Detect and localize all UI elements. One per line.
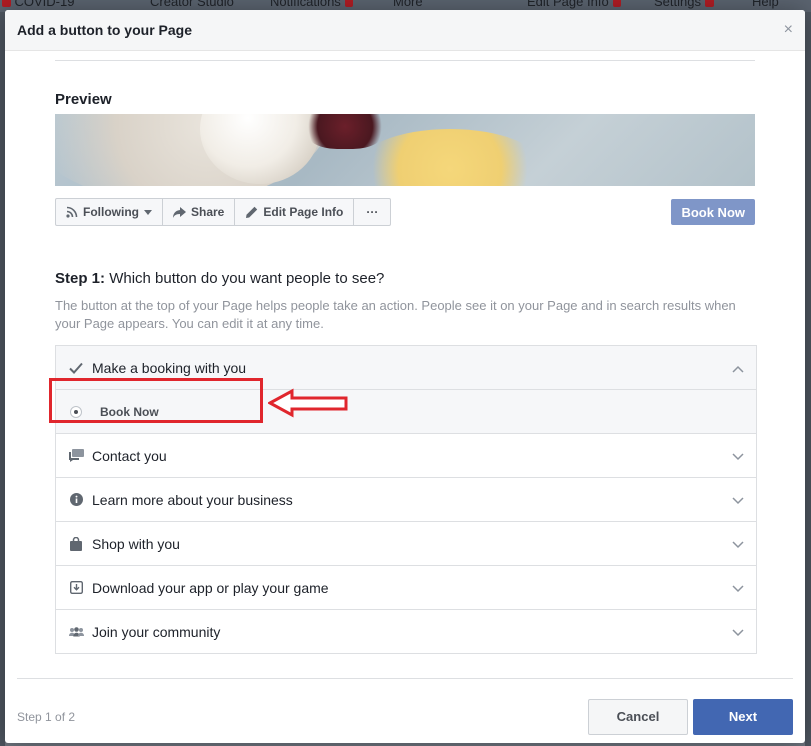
option-contact-you[interactable]: Contact you (56, 434, 756, 478)
book-now-radio[interactable] (70, 405, 82, 418)
dialog-footer: Step 1 of 2 Cancel Next (5, 690, 805, 743)
option-label: Learn more about your business (92, 491, 293, 508)
option-label: Make a booking with you (92, 359, 247, 376)
bg-label: Notifications (270, 0, 341, 9)
shopping-bag-icon (68, 536, 84, 552)
close-icon[interactable]: × (784, 22, 793, 38)
chevron-down-icon (732, 580, 744, 596)
option-label: Contact you (92, 447, 167, 464)
edit-page-info-button[interactable]: Edit Page Info (235, 199, 355, 225)
radio-dot (74, 409, 78, 414)
following-button[interactable]: Following (56, 199, 163, 225)
bg-badge (704, 0, 714, 7)
option-join-community[interactable]: Join your community (56, 610, 756, 653)
dialog-body: Preview Following Share Edit Page Info ·… (55, 50, 757, 654)
chat-icon (68, 448, 84, 464)
dialog-header: Add a button to your Page × (5, 10, 805, 51)
option-learn-more[interactable]: Learn more about your business (56, 478, 756, 522)
footer-divider (17, 678, 793, 679)
caret-down-icon (144, 209, 152, 215)
cover-food (305, 114, 385, 149)
page-action-row: Following Share Edit Page Info ··· Book … (55, 198, 755, 226)
option-label: Join your community (92, 623, 221, 640)
bg-badge (2, 0, 11, 7)
cover-photo (55, 114, 755, 186)
divider (55, 50, 755, 61)
following-label: Following (83, 205, 139, 219)
more-options-button[interactable]: ··· (354, 199, 390, 225)
background-right-edge (805, 12, 811, 746)
step-question: Which button do you want people to see? (109, 270, 385, 287)
pencil-icon (245, 206, 258, 219)
bg-settings: Settings (654, 0, 714, 9)
bg-covid-item: COVID-19 (2, 0, 74, 9)
bg-help: Help (752, 0, 779, 9)
option-shop-with-you[interactable]: Shop with you (56, 522, 756, 566)
bg-notifications: Notifications (270, 0, 354, 9)
more-icon: ··· (366, 205, 379, 219)
step-description: The button at the top of your Page helps… (55, 298, 736, 331)
chevron-down-icon (732, 536, 744, 552)
download-icon (68, 580, 84, 596)
page-actions-group: Following Share Edit Page Info ··· (55, 198, 392, 226)
option-label: Download your app or play your game (92, 579, 329, 596)
bg-more: More (393, 0, 423, 9)
bg-label: COVID-19 (14, 0, 75, 9)
chevron-down-icon (732, 624, 744, 640)
step-heading: Step 1: Which button do you want people … (55, 270, 755, 287)
book-now-preview-button: Book Now (671, 199, 755, 225)
annotation-arrow-icon (266, 388, 350, 423)
preview-heading: Preview (55, 91, 112, 108)
cover-food (355, 129, 545, 186)
chevron-up-icon (732, 360, 744, 376)
people-icon (68, 624, 84, 640)
chevron-down-icon (732, 448, 744, 464)
step-label: Step 1: (55, 270, 106, 287)
bg-badge (612, 0, 622, 7)
check-icon (68, 360, 84, 376)
button-options-list: Make a booking with you Book Now Contact… (55, 345, 757, 654)
share-button[interactable]: Share (163, 199, 236, 225)
share-icon (173, 206, 186, 218)
next-button[interactable]: Next (693, 698, 793, 735)
cancel-button[interactable]: Cancel (588, 698, 688, 735)
footer-buttons: Cancel Next (588, 698, 793, 735)
book-now-label: Book Now (100, 404, 159, 419)
step-counter: Step 1 of 2 (17, 709, 76, 724)
option-download-app[interactable]: Download your app or play your game (56, 566, 756, 610)
dialog-title: Add a button to your Page (17, 22, 192, 38)
option-label: Shop with you (92, 535, 180, 552)
bg-edit-page-info: Edit Page Info (527, 0, 622, 9)
rss-icon (66, 206, 78, 218)
edit-page-info-label: Edit Page Info (263, 205, 344, 219)
info-icon (68, 492, 84, 508)
option-make-a-booking[interactable]: Make a booking with you (56, 346, 756, 390)
bg-creator-studio: Creator Studio (150, 0, 234, 9)
bg-badge (344, 0, 354, 7)
bg-label: Settings (654, 0, 701, 9)
book-now-option[interactable]: Book Now (56, 390, 756, 434)
chevron-down-icon (732, 492, 744, 508)
share-label: Share (191, 205, 225, 219)
bg-label: Edit Page Info (527, 0, 609, 9)
add-button-dialog: Add a button to your Page × Preview Foll… (5, 10, 805, 743)
